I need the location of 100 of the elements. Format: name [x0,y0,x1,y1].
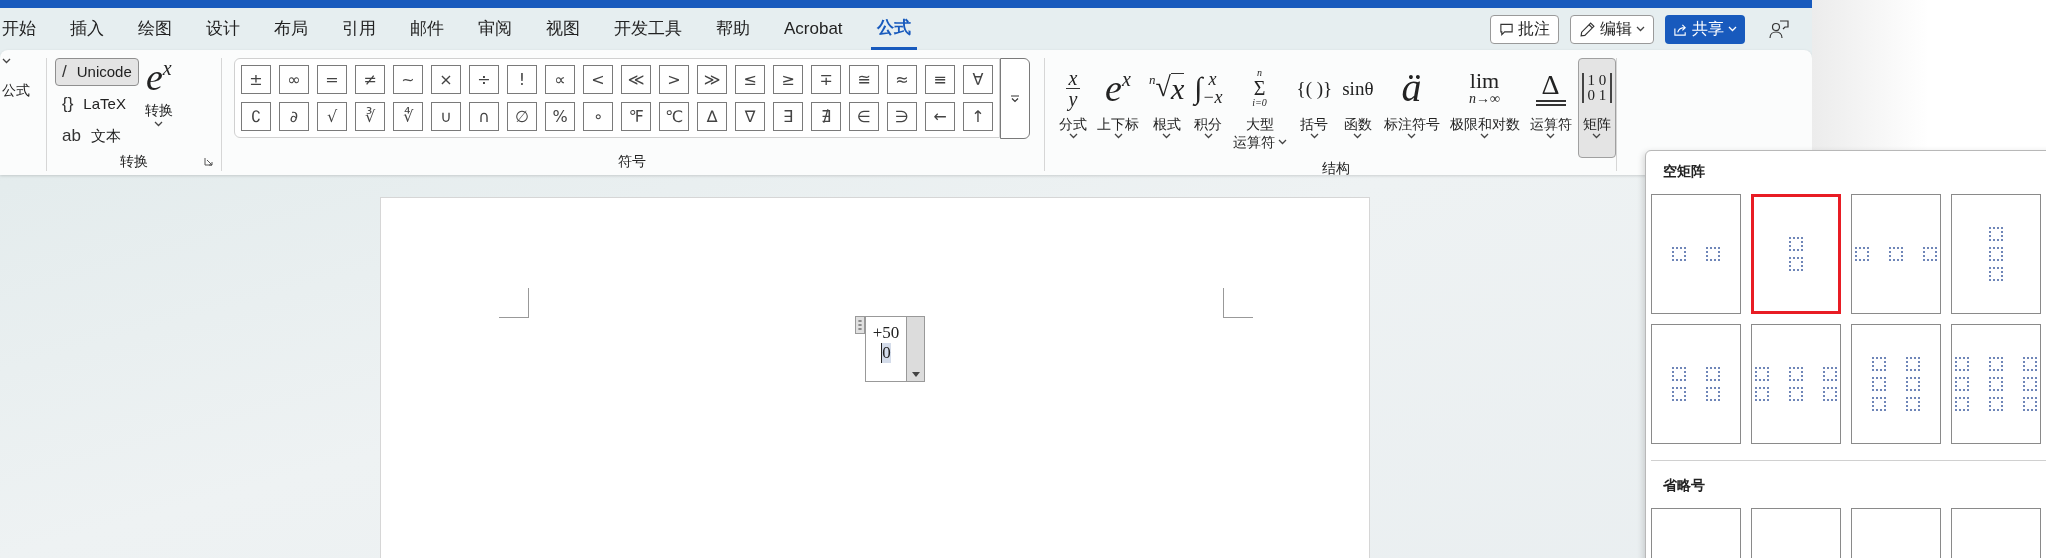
symbol-button[interactable]: ≅ [849,65,879,94]
ribbon-tab[interactable]: 审阅 [472,8,518,50]
symbol-button[interactable]: ∂ [279,102,309,131]
symbol-button[interactable]: ↑ [963,102,993,131]
format-option[interactable]: ab 文本 [55,122,139,150]
caret-icon [1113,133,1123,139]
caret-icon [154,121,164,127]
symbol-button[interactable]: ∆ [697,102,727,131]
symbol-button[interactable]: ≠ [355,65,385,94]
ribbon-tab[interactable]: 帮助 [710,8,756,50]
accent-icon: ä [1401,68,1422,108]
symbol-button[interactable]: ≥ [773,65,803,94]
matrix-option[interactable] [1951,194,2041,314]
matrix-option[interactable] [1751,194,1841,314]
symbol-button[interactable]: ≈ [887,65,917,94]
symbol-button[interactable]: ~ [393,65,423,94]
matrix-option[interactable] [1851,194,1941,314]
symbol-button[interactable]: ∞ [279,65,309,94]
symbol-button[interactable]: ∅ [507,102,537,131]
caret-icon [1068,133,1078,139]
symbol-button[interactable]: ℃ [659,102,689,131]
matrix-option[interactable] [1851,324,1941,444]
symbol-button[interactable]: ∇ [735,102,765,131]
symbol-button[interactable]: ∁ [241,102,271,131]
format-option[interactable]: {} LaTeX [55,90,139,118]
matrix-option[interactable] [1651,508,1741,558]
symbol-button[interactable]: ∛ [355,102,385,131]
symbol-button[interactable]: > [659,65,689,94]
structure-button[interactable]: 1 0 0 1 矩阵 [1577,58,1617,158]
structure-button[interactable]: n Σ i=0 大型 运算符 [1228,58,1291,158]
symbol-button[interactable]: ∝ [545,65,575,94]
matrix-option[interactable] [1751,324,1841,444]
dialog-launcher-icon[interactable] [204,156,213,166]
symbol-button[interactable]: ∘ [583,102,613,131]
math-glyph-icon: {( )} [1296,78,1333,98]
menu-section-title: 省略号 [1663,476,1706,495]
matrix-option[interactable] [1951,324,2041,444]
matrix-option[interactable] [1851,508,1941,558]
symbol-button[interactable]: ∋ [887,102,917,131]
symbol-button[interactable]: √ [317,102,347,131]
symbol-button[interactable]: ℉ [621,102,651,131]
caret-icon [1592,133,1602,139]
caret-icon [1480,133,1489,139]
symbol-button[interactable]: ∩ [469,102,499,131]
more-symbols-button[interactable] [1000,58,1030,139]
share-button[interactable]: 共享 [1665,14,1745,44]
symbol-button[interactable]: % [545,102,575,131]
symbol-button[interactable]: ∜ [393,102,423,131]
ribbon-tab[interactable]: 开始 [0,8,42,50]
caret-icon [1728,26,1737,32]
ribbon-tab[interactable]: 引用 [336,8,382,50]
format-icon: ab [62,123,81,149]
ribbon-tab[interactable]: 布局 [268,8,314,50]
symbol-button[interactable]: ∪ [431,102,461,131]
pencil-icon [1579,20,1596,38]
symbol-button[interactable]: ± [241,65,271,94]
margin-mark [1223,288,1253,318]
comment-button[interactable]: 批注 [1490,14,1559,44]
symbol-button[interactable]: ÷ [469,65,499,94]
symbol-button[interactable]: ∄ [811,102,841,131]
person-comment-icon[interactable] [1768,18,1790,40]
ribbon-tab[interactable]: 视图 [540,8,586,50]
structure-button[interactable]: x y 分式 [1055,58,1091,158]
ribbon-button-label[interactable]: 公式 [2,80,46,101]
symbol-button[interactable]: ! [507,65,537,94]
symbol-button[interactable]: × [431,65,461,94]
caret-icon [2,58,11,64]
symbol-button[interactable]: ∀ [963,65,993,94]
symbol-button[interactable]: ∓ [811,65,841,94]
ribbon-tab[interactable]: 绘图 [132,8,178,50]
symbol-button[interactable]: ≤ [735,65,765,94]
structure-button[interactable]: Δ 运算符 [1525,58,1576,158]
ribbon-tab[interactable]: 邮件 [404,8,450,50]
symbol-button[interactable]: = [317,65,347,94]
edit-button[interactable]: 编辑 [1570,14,1654,44]
caret-icon [1546,133,1555,139]
structure-button[interactable]: {( )} 括号 [1292,58,1337,158]
matrix-option[interactable] [1951,508,2041,558]
structure-button[interactable]: sinθ 函数 [1338,58,1378,158]
caret-icon [1162,133,1172,139]
ribbon-tab[interactable]: 开发工具 [608,8,688,50]
symbol-button[interactable]: ← [925,102,955,131]
ribbon-tab[interactable]: 设计 [200,8,246,50]
ribbon-tab[interactable]: Acrobat [778,8,849,50]
symbol-button[interactable]: ≡ [925,65,955,94]
matrix-option[interactable] [1651,194,1741,314]
structure-button[interactable]: ä 标注符号 [1379,58,1444,158]
symbol-button[interactable]: ≪ [621,65,651,94]
matrix-option[interactable] [1751,508,1841,558]
dropdown-arrow-icon[interactable] [911,372,920,377]
ribbon-tab[interactable]: 插入 [64,8,110,50]
symbol-button[interactable]: < [583,65,613,94]
group-label: 结构 [1321,159,1350,178]
format-option[interactable]: / Unicode [55,58,139,86]
symbol-button[interactable]: ≫ [697,65,727,94]
symbol-button[interactable]: ∃ [773,102,803,131]
structure-button[interactable]: lim n→∞ 极限和对数 [1445,58,1524,158]
matrix-option[interactable] [1651,324,1741,444]
symbol-button[interactable]: ∈ [849,102,879,131]
caret-icon [1309,133,1319,139]
